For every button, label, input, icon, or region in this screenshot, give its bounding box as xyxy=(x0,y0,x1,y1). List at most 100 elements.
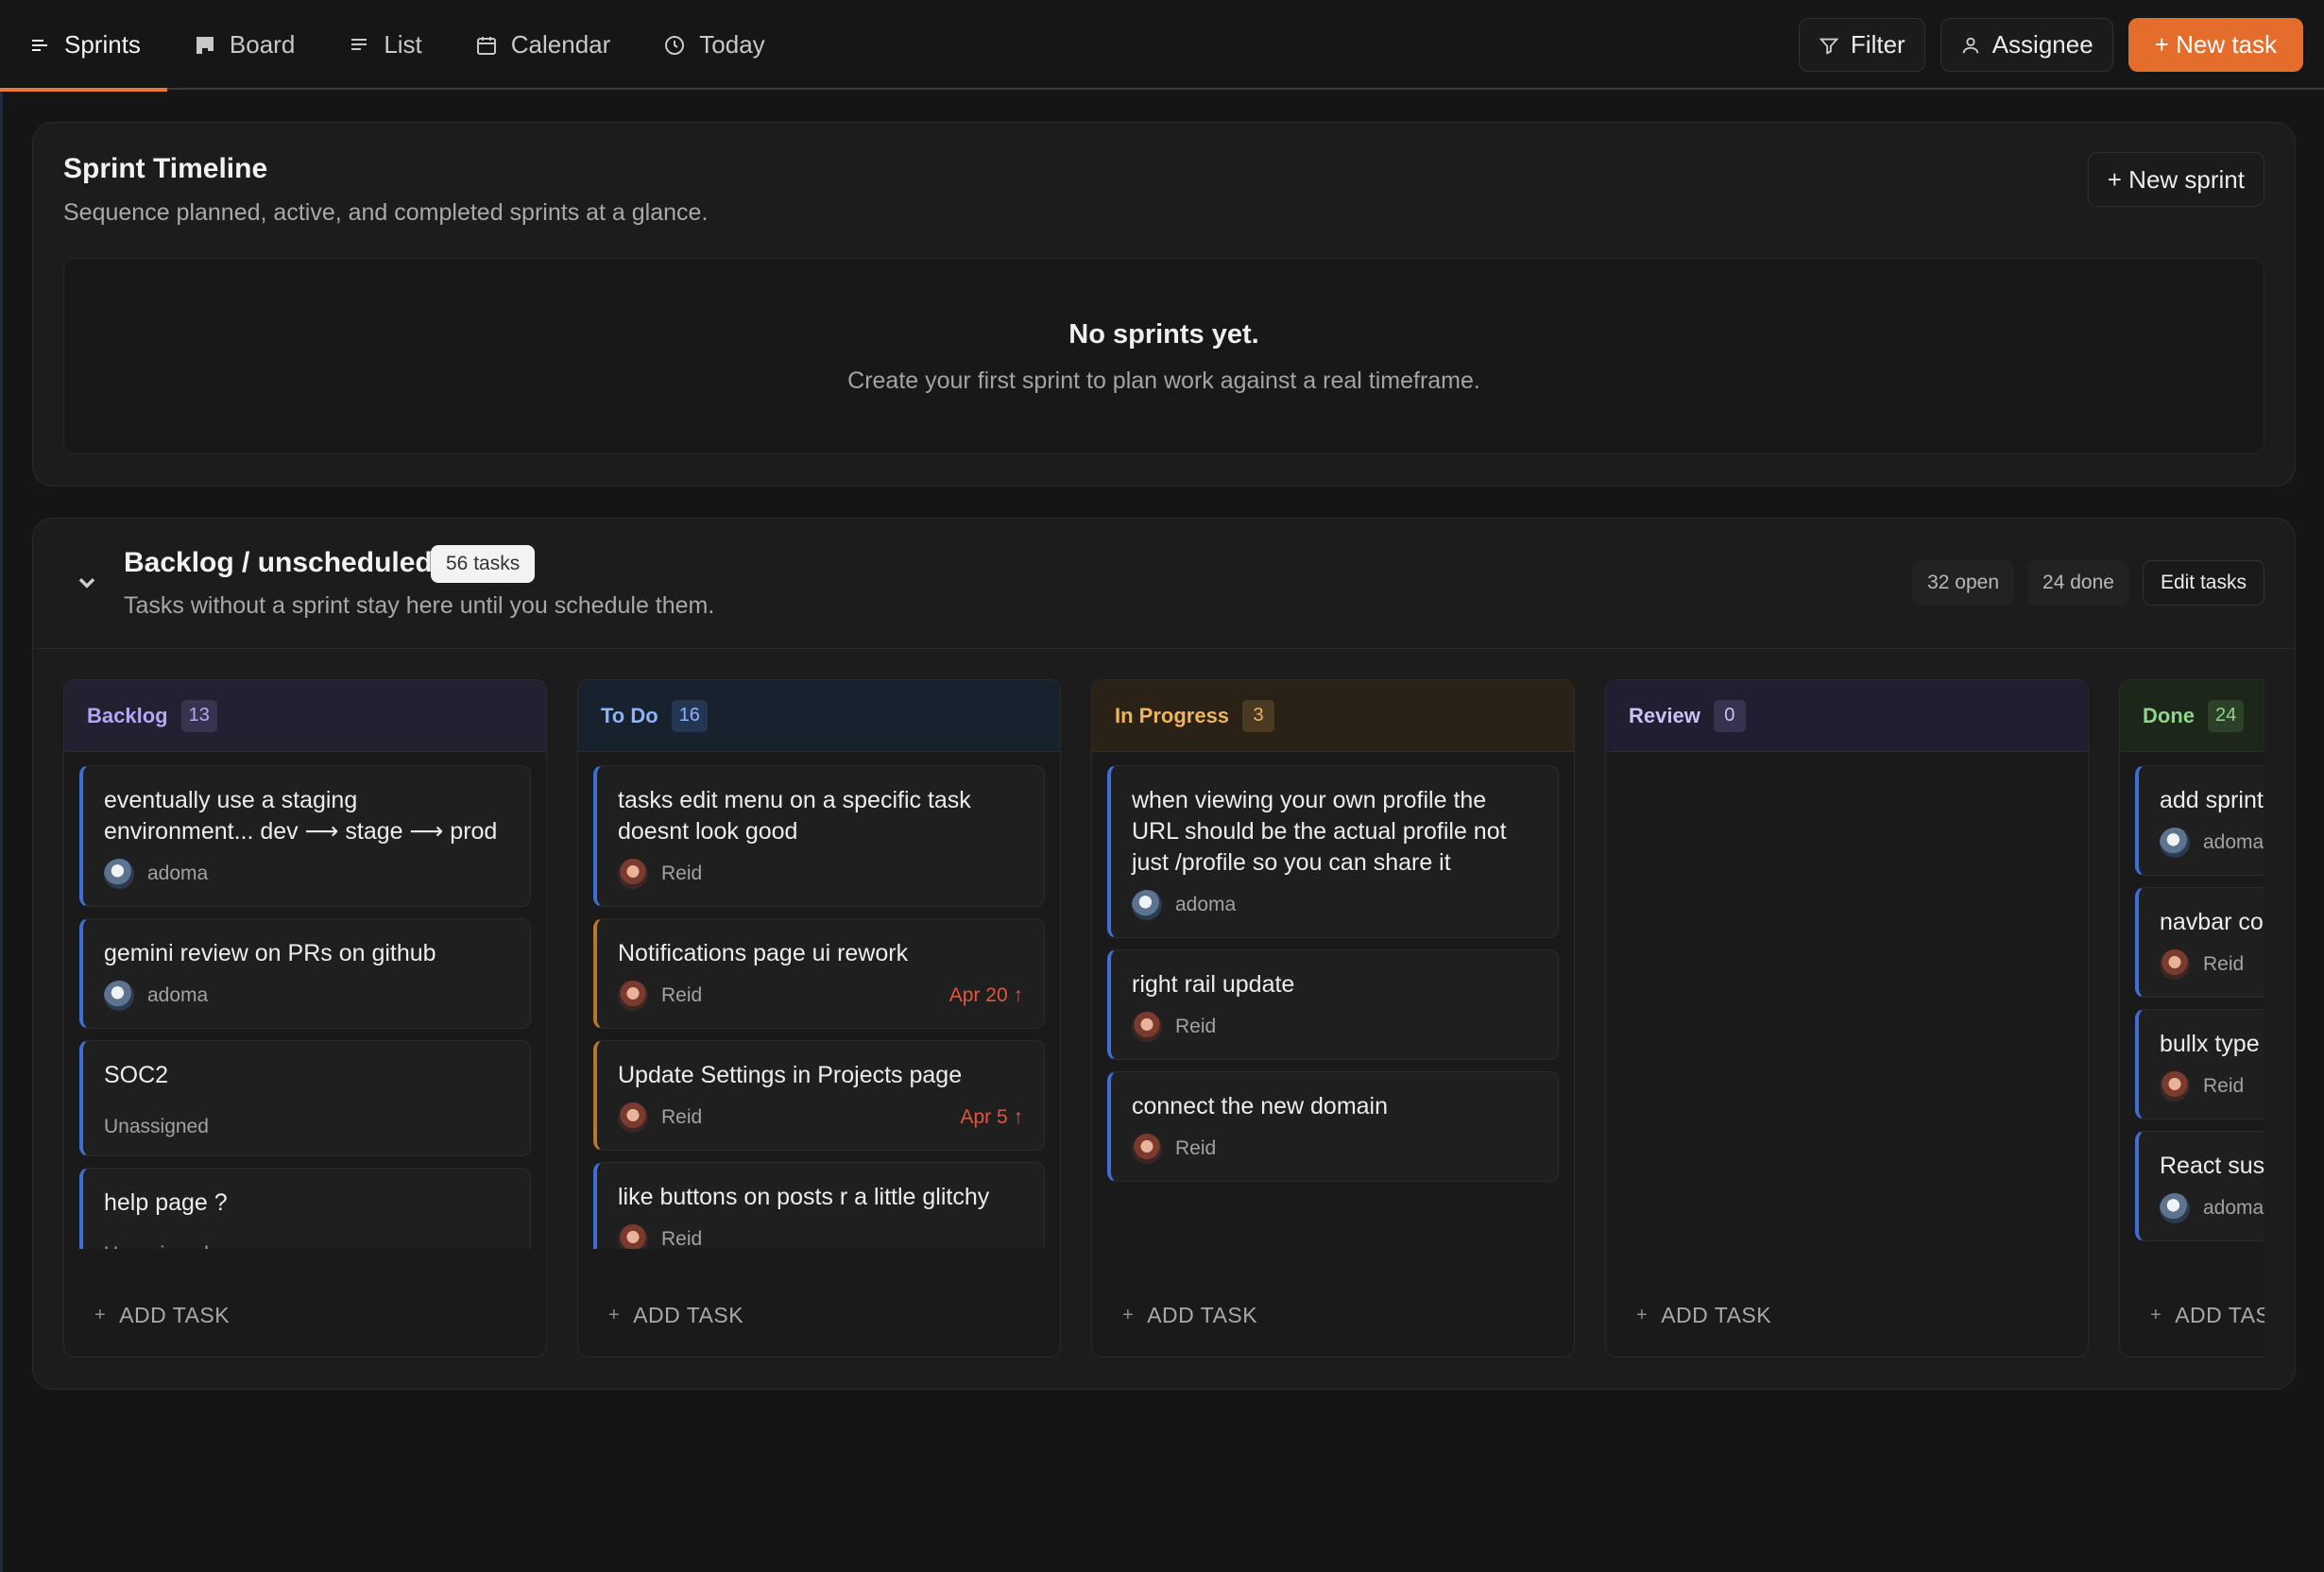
column-backlog: Backlog 13 eventually use a staging enviro… xyxy=(63,679,547,1358)
task-title: tasks edit menu on a specific task doesn… xyxy=(618,787,971,845)
tab-label: Today xyxy=(699,30,765,59)
task-title: connect the new domain xyxy=(1132,1093,1389,1119)
column-header[interactable]: Backlog 13 xyxy=(64,680,546,752)
due-date: Apr 5 ↑ xyxy=(960,1106,1023,1128)
plus-icon: + xyxy=(2150,1305,2162,1325)
task-meta: adoma xyxy=(104,859,509,889)
filter-button[interactable]: Filter xyxy=(1798,18,1925,72)
column-header[interactable]: In Progress 3 xyxy=(1092,680,1574,752)
filter-label: Filter xyxy=(1850,30,1905,59)
backlog-panel: Backlog / unscheduled 56 tasks Tasks wit… xyxy=(32,518,2296,1390)
clock-icon xyxy=(665,35,685,55)
column-header[interactable]: Review 0 xyxy=(1606,680,2088,752)
task-card[interactable]: connect the new domain Reid xyxy=(1107,1071,1559,1182)
kanban-board: Backlog 13 eventually use a staging enviro… xyxy=(63,679,2264,1359)
column-to-do: To Do 16 tasks edit menu on a specific tas… xyxy=(577,679,1061,1358)
assignee-name: Reid xyxy=(661,984,703,1006)
add-task-label: ADD TASK xyxy=(633,1303,744,1327)
assignee-name: Unassigned xyxy=(104,1243,509,1249)
new-sprint-button[interactable]: + New sprint xyxy=(2087,152,2264,207)
plus-icon: + xyxy=(1122,1305,1135,1325)
add-task-label: ADD TASK xyxy=(1661,1303,1772,1327)
tab-label: Board xyxy=(229,30,296,59)
column-done: Done 24 add sprint adoma navbar co Reid bullx … xyxy=(2119,679,2264,1358)
board-icon xyxy=(196,36,214,54)
task-meta: Reid xyxy=(2160,1071,2264,1102)
new-task-button[interactable]: + New task xyxy=(2127,18,2303,72)
task-card[interactable]: eventually use a staging environment... … xyxy=(79,765,531,907)
avatar xyxy=(618,1224,648,1249)
column-count: 0 xyxy=(1713,699,1746,732)
task-card[interactable]: React sus adoma xyxy=(2135,1131,2264,1241)
column-title: Backlog xyxy=(87,703,168,727)
task-card[interactable]: Notifications page ui rework Reid Apr 20 ↑ xyxy=(593,918,1045,1029)
user-icon xyxy=(1962,37,1978,53)
add-task-button[interactable]: + ADD TASK xyxy=(2150,1303,2264,1328)
column-cards: add sprint adoma navbar co Reid bullx type Re… xyxy=(2120,765,2264,1249)
task-meta: adoma xyxy=(2160,1193,2264,1223)
assignee-name: adoma xyxy=(147,863,209,884)
task-title: Notifications page ui rework xyxy=(618,940,909,966)
task-title: React sus xyxy=(2160,1153,2264,1179)
task-title: navbar co xyxy=(2160,909,2264,935)
list-icon xyxy=(351,38,367,50)
top-navigation: Sprints Board List Calendar Today Filter… xyxy=(0,0,2324,92)
tab-today[interactable]: Today xyxy=(637,0,791,90)
task-card[interactable]: Update Settings in Projects page Reid Apr … xyxy=(593,1040,1045,1151)
assignee-name: Reid xyxy=(1175,1016,1217,1037)
task-card[interactable]: SOC2 Unassigned xyxy=(79,1040,531,1156)
task-card[interactable]: like buttons on posts r a little glitchy… xyxy=(593,1162,1045,1249)
task-card[interactable]: bullx type Reid xyxy=(2135,1009,2264,1119)
sprints-icon xyxy=(32,39,47,51)
tab-calendar[interactable]: Calendar xyxy=(449,0,638,90)
column-cards: tasks edit menu on a specific task doesn… xyxy=(578,765,1060,1249)
tab-sprints[interactable]: Sprints xyxy=(0,0,167,92)
task-meta: Reid xyxy=(618,859,1023,889)
add-task-label: ADD TASK xyxy=(1147,1303,1258,1327)
column-cards: when viewing your own profile the URL sh… xyxy=(1092,765,1574,1249)
column-count: 16 xyxy=(671,699,708,732)
assignee-name: Reid xyxy=(1175,1137,1217,1159)
add-task-button[interactable]: + ADD TASK xyxy=(94,1303,230,1328)
column-cards xyxy=(1606,765,2088,1249)
add-task-button[interactable]: + ADD TASK xyxy=(608,1303,743,1328)
task-card[interactable]: help page ? Unassigned xyxy=(79,1168,531,1249)
avatar xyxy=(1132,890,1162,920)
add-task-label: ADD TASK xyxy=(119,1303,231,1327)
task-title: bullx type xyxy=(2160,1031,2260,1057)
backlog-stats: 32 open 24 done Edit tasks xyxy=(1912,560,2264,606)
edit-tasks-button[interactable]: Edit tasks xyxy=(2142,560,2264,606)
backlog-header: Backlog / unscheduled 56 tasks Tasks wit… xyxy=(33,519,2295,649)
due-date: Apr 20 ↑ xyxy=(948,984,1023,1006)
column-header[interactable]: To Do 16 xyxy=(578,680,1060,752)
assignee-name: adoma xyxy=(2203,831,2264,853)
assignee-name: adoma xyxy=(2203,1197,2264,1219)
empty-state: No sprints yet. Create your first sprint… xyxy=(63,258,2264,454)
avatar xyxy=(2160,1193,2190,1223)
assignee-name: Reid xyxy=(661,1228,703,1249)
avatar xyxy=(618,859,648,889)
task-card[interactable]: right rail update Reid xyxy=(1107,949,1559,1060)
column-title: Review xyxy=(1629,703,1700,727)
column-count: 24 xyxy=(2208,699,2245,732)
task-meta: adoma xyxy=(104,981,509,1011)
task-card[interactable]: tasks edit menu on a specific task doesn… xyxy=(593,765,1045,907)
empty-state-title: No sprints yet. xyxy=(1068,319,1259,350)
assignee-name: Reid xyxy=(2203,953,2245,975)
collapse-toggle[interactable] xyxy=(71,566,103,598)
task-card[interactable]: navbar co Reid xyxy=(2135,887,2264,998)
assignee-name: adoma xyxy=(1175,894,1237,915)
task-card[interactable]: when viewing your own profile the URL sh… xyxy=(1107,765,1559,938)
assignee-name: Reid xyxy=(661,1106,703,1128)
add-task-button[interactable]: + ADD TASK xyxy=(1122,1303,1257,1328)
tab-list[interactable]: List xyxy=(321,0,448,90)
task-card[interactable]: gemini review on PRs on github adoma xyxy=(79,918,531,1029)
column-header[interactable]: Done 24 xyxy=(2120,680,2264,752)
task-meta: Reid Apr 20 ↑ xyxy=(618,981,1023,1011)
new-task-label: + New task xyxy=(2154,30,2277,59)
add-task-button[interactable]: + ADD TASK xyxy=(1636,1303,1771,1328)
task-card[interactable]: add sprint adoma xyxy=(2135,765,2264,876)
assignee-button[interactable]: Assignee xyxy=(1940,18,2113,72)
tab-board[interactable]: Board xyxy=(167,0,321,90)
column-title: In Progress xyxy=(1115,703,1230,727)
